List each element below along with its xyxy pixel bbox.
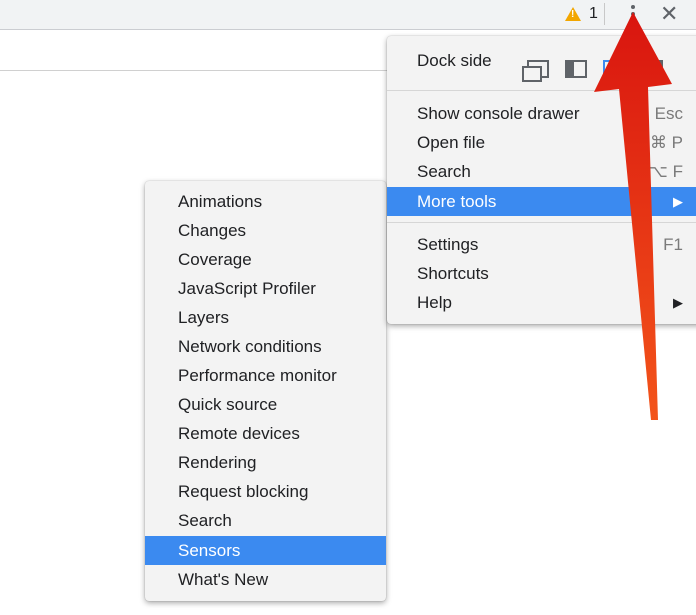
menu-item-network-conditions[interactable]: Network conditions [145,332,386,361]
menu-item-changes[interactable]: Changes [145,216,386,245]
menu-item-label: Search [417,162,471,181]
menu-item-label: More tools [417,192,497,211]
toolbar-divider [604,3,605,25]
menu-item-label: Settings [417,235,479,254]
menu-item-sensors[interactable]: Sensors [145,536,386,565]
menu-separator [387,90,696,91]
warning-count: 1 [589,5,598,22]
menu-item-label: Layers [178,308,230,327]
menu-item-remote-devices[interactable]: Remote devices [145,419,386,448]
dock-side-options [522,60,663,82]
devtools-toolbar: 1 ✕ [0,0,696,30]
submenu-arrow-icon: ▶ [673,194,683,209]
menu-item-label: Open file [417,133,486,152]
menu-item-shortcut: ⌘ P [649,133,683,152]
menu-item-label: Search [178,511,232,530]
close-icon[interactable]: ✕ [660,0,678,28]
more-tools-submenu: Animations Changes Coverage JavaScript P… [145,181,386,601]
menu-item-shortcut: F1 [663,235,683,254]
dock-to-right-icon[interactable] [641,60,663,78]
menu-item-label: Network conditions [178,337,322,356]
menu-item-open-file[interactable]: Open file ⌘ P [387,128,696,157]
menu-item-label: Animations [178,192,263,211]
dock-to-left-icon[interactable] [565,60,587,78]
dock-side-label: Dock side [417,51,492,70]
menu-item-shortcut: Esc [654,104,683,123]
dock-to-bottom-icon[interactable] [603,60,625,78]
menu-item-label: What's New [178,570,269,589]
menu-item-layers[interactable]: Layers [145,303,386,332]
menu-item-label: Show console drawer [417,104,580,123]
menu-item-settings[interactable]: Settings F1 [387,230,696,259]
menu-item-label: Performance monitor [178,366,337,385]
menu-item-label: Sensors [178,541,241,560]
submenu-arrow-icon: ▶ [673,295,683,310]
customize-devtools-menu: Dock side Show console drawer Esc Open f… [387,36,696,324]
menu-item-performance-monitor[interactable]: Performance monitor [145,361,386,390]
menu-item-rendering[interactable]: Rendering [145,448,386,477]
menu-item-animations[interactable]: Animations [145,187,386,216]
vertical-ellipsis-icon[interactable] [626,2,640,26]
menu-item-label: Quick source [178,395,278,414]
menu-item-search[interactable]: Search ⌥ F [387,157,696,186]
menu-item-help[interactable]: Help ▶ [387,288,696,317]
undock-into-separate-window-icon[interactable] [522,60,549,82]
menu-item-shortcuts[interactable]: Shortcuts [387,259,696,288]
menu-item-more-tools[interactable]: More tools ▶ [387,187,696,216]
menu-item-javascript-profiler[interactable]: JavaScript Profiler [145,274,386,303]
menu-item-shortcut: ⌥ F [648,162,683,181]
menu-separator [387,222,696,223]
dock-side-row: Dock side [387,46,696,82]
menu-item-label: Request blocking [178,482,309,501]
menu-item-label: Rendering [178,453,257,472]
menu-item-label: Coverage [178,250,252,269]
menu-item-whats-new[interactable]: What's New [145,565,386,594]
menu-item-label: Remote devices [178,424,300,443]
warnings-counter[interactable]: 1 [565,4,598,24]
menu-item-label: JavaScript Profiler [178,279,316,298]
menu-item-label: Shortcuts [417,264,489,283]
menu-item-coverage[interactable]: Coverage [145,245,386,274]
menu-item-search[interactable]: Search [145,506,386,535]
menu-item-label: Help [417,293,452,312]
menu-item-quick-source[interactable]: Quick source [145,390,386,419]
menu-item-show-console-drawer[interactable]: Show console drawer Esc [387,99,696,128]
warning-icon [565,7,581,21]
menu-item-label: Changes [178,221,247,240]
menu-item-request-blocking[interactable]: Request blocking [145,477,386,506]
